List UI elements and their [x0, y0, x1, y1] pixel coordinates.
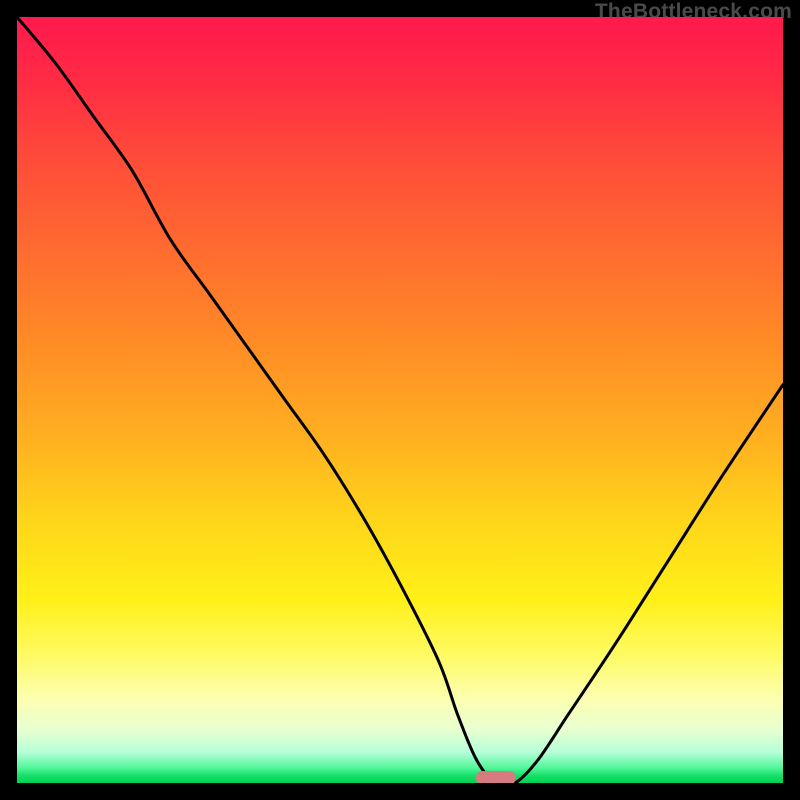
- bottleneck-chart: TheBottleneck.com: [0, 0, 800, 800]
- bottleneck-curve-path: [17, 17, 783, 783]
- optimal-marker: [476, 771, 516, 783]
- curve-layer: [17, 17, 783, 783]
- plot-area: [17, 17, 783, 783]
